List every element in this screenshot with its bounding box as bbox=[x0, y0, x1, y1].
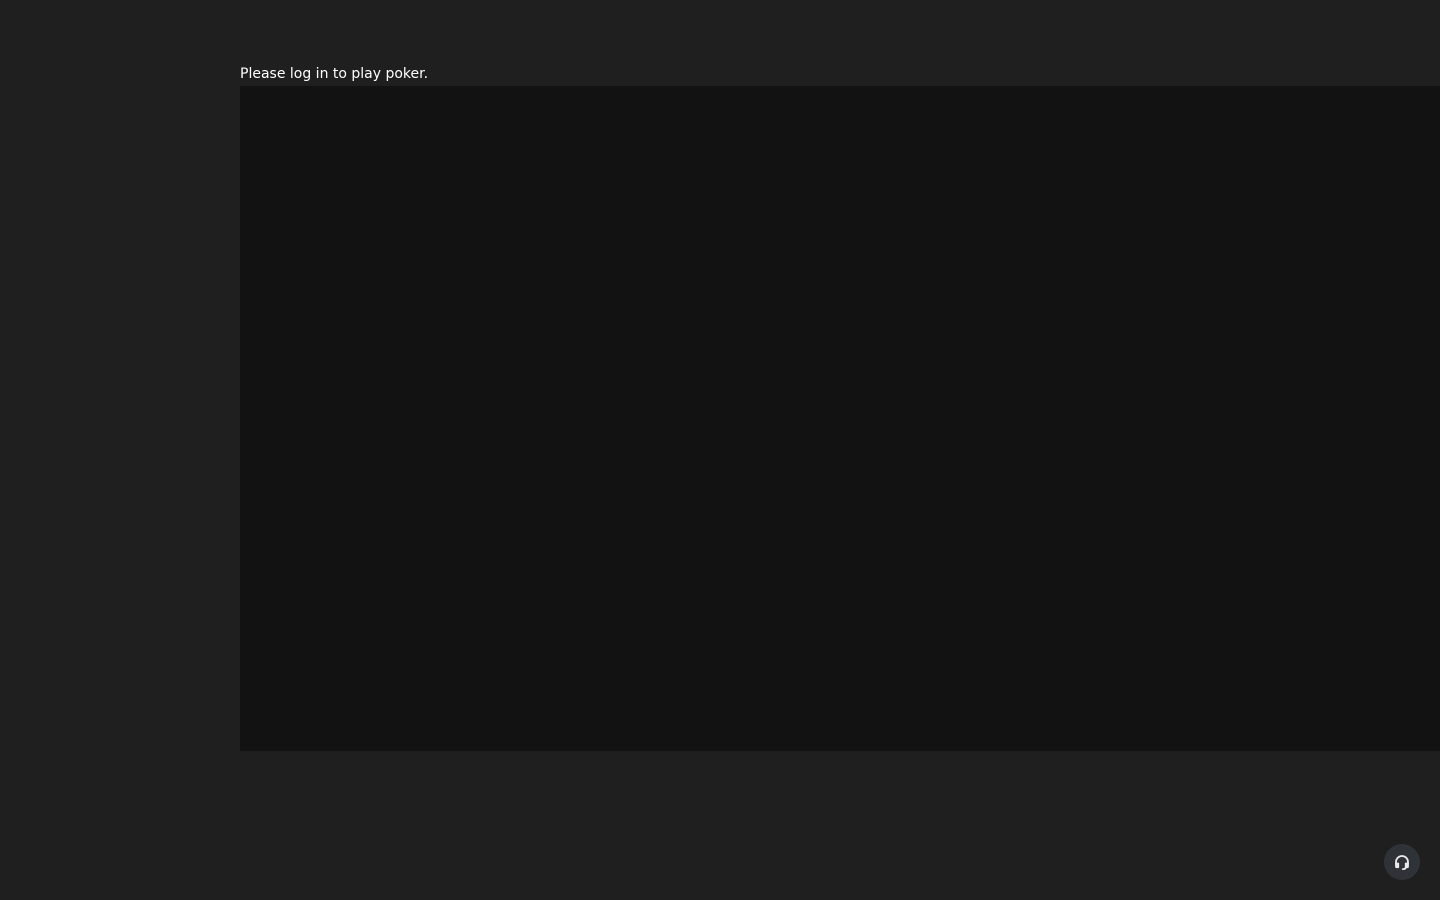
page: Please log in to play poker. bbox=[0, 0, 1440, 900]
login-message: Please log in to play poker. bbox=[240, 66, 429, 82]
headset-icon bbox=[1393, 853, 1411, 871]
poker-game-frame[interactable] bbox=[240, 86, 1440, 751]
support-chat-button[interactable] bbox=[1384, 844, 1420, 880]
